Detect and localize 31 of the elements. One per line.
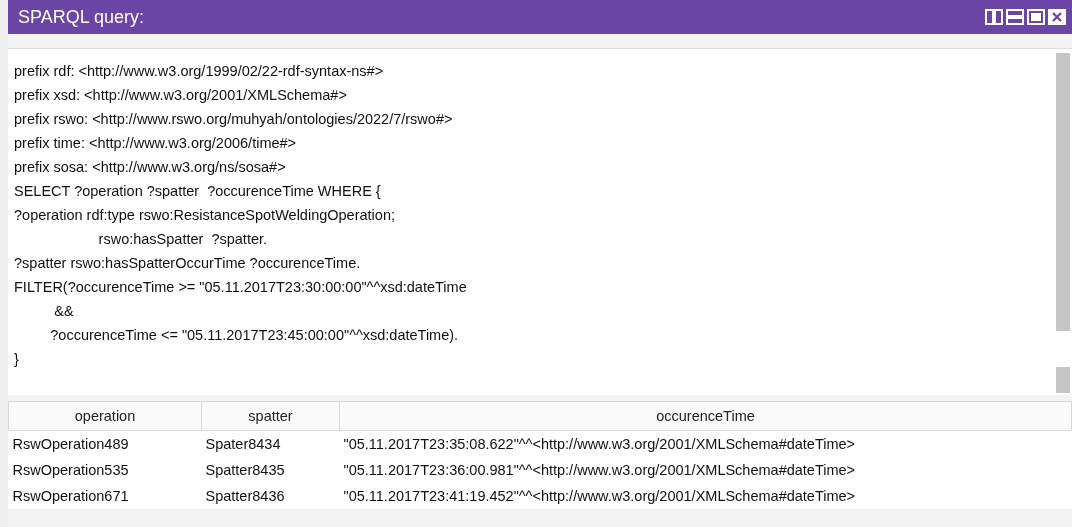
code-line: prefix rswo: <http://www.rswo.org/muhyah/ontologies/2022/7/rswo#> [14, 110, 454, 129]
code-line: ?occurenceTime <= "05.11.2017T23:45:00:00"^^xsd:dateTime). [49, 326, 460, 345]
maximize-icon[interactable] [1027, 9, 1045, 25]
code-line: && [53, 302, 75, 321]
window-title: SPARQL query: [18, 6, 145, 28]
column-header[interactable]: spatter [201, 401, 340, 431]
code-line: rswo:hasSpatter ?spatter. [97, 230, 269, 249]
column-header[interactable]: occurenceTime [339, 401, 1072, 431]
code-line: prefix time: <http://www.w3.org/2006/time#> [14, 134, 298, 153]
close-icon[interactable] [1048, 9, 1066, 25]
column-header[interactable]: operation [8, 401, 202, 431]
split-horizontal-icon[interactable] [1006, 9, 1024, 25]
table-cell: Spater8434 [201, 430, 340, 457]
table-cell: RswOperation535 [8, 457, 202, 483]
code-line: SELECT ?operation ?spatter ?occurenceTime WHERE { [14, 182, 382, 201]
table-cell: Spatter8435 [201, 457, 340, 483]
code-line: prefix xsd: <http://www.w3.org/2001/XMLSchema#> [14, 86, 348, 105]
code-line: FILTER(?occurenceTime >= "05.11.2017T23:30:00:00"^^xsd:dateTime [14, 278, 468, 297]
table-cell: "05.11.2017T23:35:08.622"^^<http://www.w3.org/2001/XMLSchema#dateTime> [339, 430, 1072, 457]
table-cell: RswOperation489 [8, 430, 202, 457]
table-cell: RswOperation671 [8, 483, 202, 509]
code-line: prefix sosa: <http://www.w3.org/ns/sosa#> [14, 158, 287, 177]
code-line: } [14, 350, 20, 369]
code-line: ?operation rdf:type rswo:ResistanceSpotWeldingOperation; [14, 206, 396, 225]
query-editor[interactable] [8, 48, 1072, 395]
table-cell: "05.11.2017T23:41:19.452"^^<http://www.w3.org/2001/XMLSchema#dateTime> [339, 483, 1072, 509]
code-line: ?spatter rswo:hasSpatterOccurTime ?occurenceTime. [14, 254, 362, 273]
table-cell: "05.11.2017T23:36:00.981"^^<http://www.w3.org/2001/XMLSchema#dateTime> [339, 457, 1072, 483]
code-line: prefix rdf: <http://www.w3.org/1999/02/22-rdf-syntax-ns#> [14, 62, 385, 81]
split-vertical-icon[interactable] [985, 9, 1003, 25]
table-cell: Spatter8436 [201, 483, 340, 509]
